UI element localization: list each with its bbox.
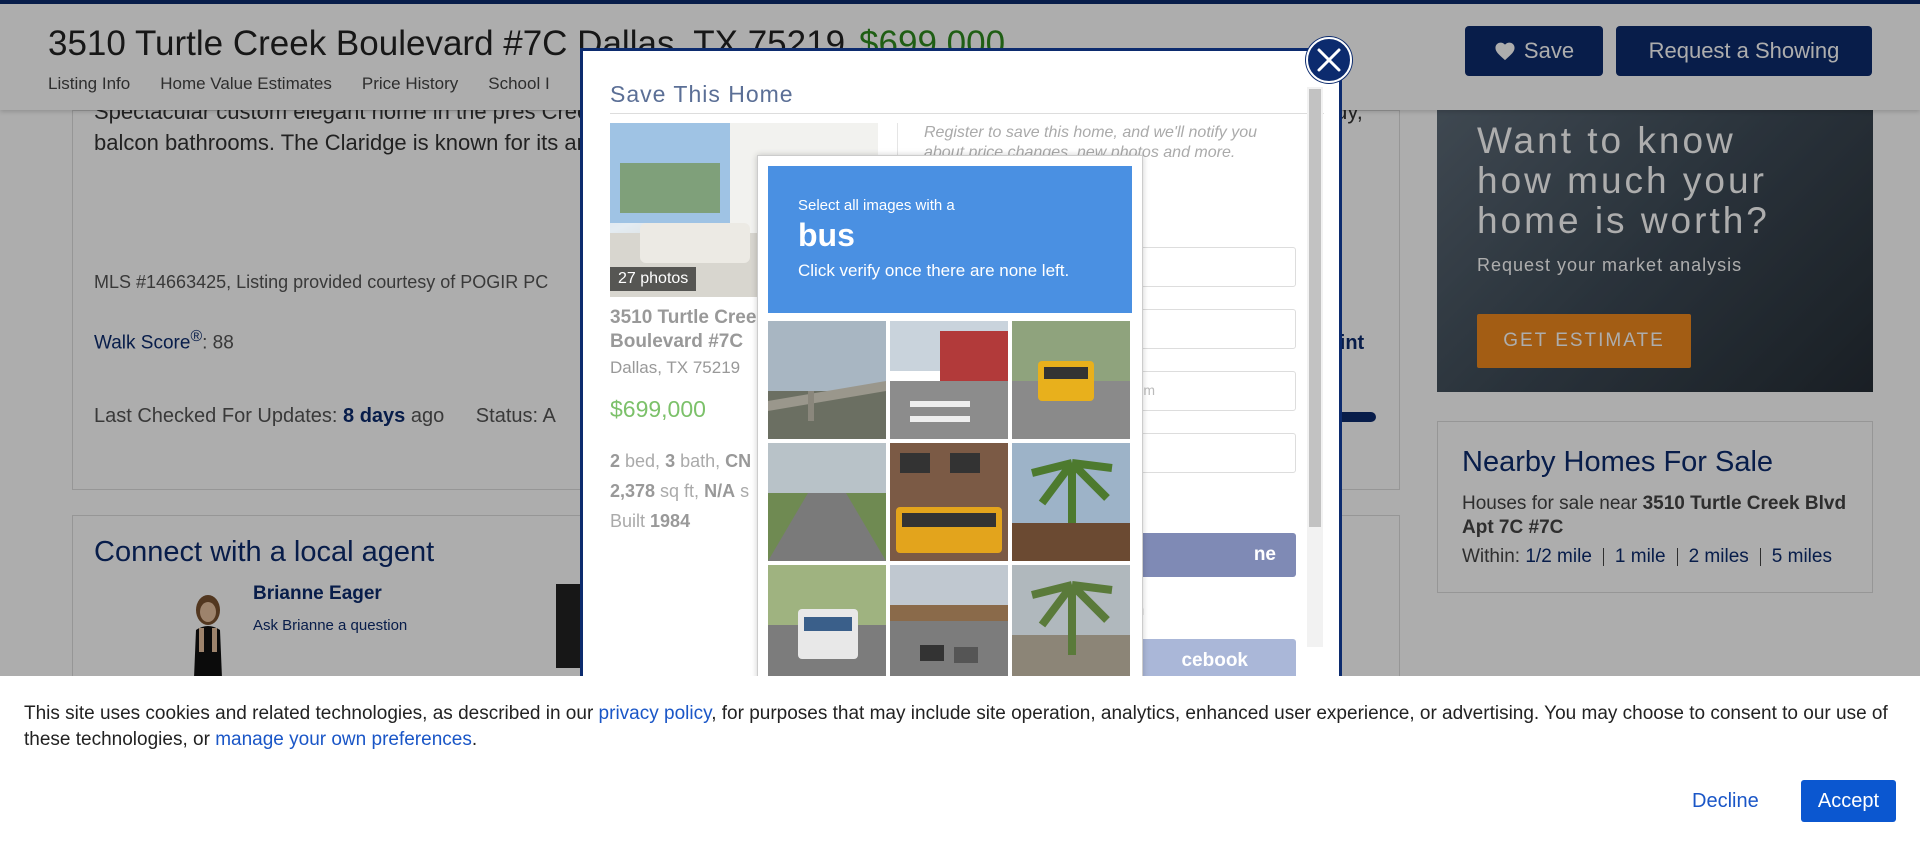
stats-row-1: 2 bed, 3 bath, CN [610,446,751,476]
modal-listing-price: $699,000 [610,396,706,422]
close-icon [1317,48,1341,72]
baths-label: bath, [675,451,726,471]
built-label: Built [610,511,651,531]
lot-label: s [735,481,750,501]
modal-listing-stats: 2 bed, 3 bath, CN 2,378 sq ft, N/A s Bui… [610,446,751,536]
baths-value: 3 [665,451,676,471]
beds-label: bed, [620,451,666,471]
captcha-challenge: Select all images with a bus Click verif… [757,155,1143,695]
captcha-line-3: Click verify once there are none left. [798,261,1070,280]
photo-count-badge: 27 photos [610,267,697,291]
beds-value: 2 [610,451,621,471]
captcha-tile-8[interactable] [890,565,1008,683]
stats-row-2: 2,378 sq ft, N/A s [610,476,751,506]
phone-placeholder: m [1143,382,1155,398]
captcha-tile-5[interactable] [890,443,1008,561]
captcha-tile-1[interactable] [768,321,886,439]
sqft-label: sq ft, [655,481,705,501]
decline-button[interactable]: Decline [1692,790,1759,813]
built-value: 1984 [650,511,691,531]
cookie-message: This site uses cookies and related techn… [24,701,1894,753]
modal-listing-city: Dallas, TX 75219 [610,358,741,377]
stats-row-3: Built 1984 [610,506,751,536]
captcha-tile-4[interactable] [768,443,886,561]
modal-divider [610,113,1324,114]
captcha-line-1: Select all images with a [798,197,955,214]
lot-value: N/A [704,481,736,501]
cookie-banner: This site uses cookies and related techn… [0,676,1920,846]
captcha-target: bus [798,217,855,253]
captcha-tile-9[interactable] [1012,565,1130,683]
property-type: CN [725,451,752,471]
modal-scrollbar-thumb[interactable] [1309,89,1321,527]
captcha-tile-7[interactable] [768,565,886,683]
accept-button[interactable]: Accept [1801,780,1896,822]
sqft-value: 2,378 [610,481,656,501]
modal-title: Save This Home [610,81,794,107]
privacy-policy-link[interactable]: privacy policy [599,703,712,724]
captcha-tile-6[interactable] [1012,443,1130,561]
manage-preferences-link[interactable]: manage your own preferences [215,729,472,750]
captcha-instructions: Select all images with a bus Click verif… [768,166,1132,313]
captcha-tile-3[interactable] [1012,321,1130,439]
close-modal-button[interactable] [1306,37,1352,83]
cookie-text-part-1: This site uses cookies and related techn… [24,703,599,724]
captcha-tile-2[interactable] [890,321,1008,439]
cookie-text-part-3: . [471,729,478,750]
